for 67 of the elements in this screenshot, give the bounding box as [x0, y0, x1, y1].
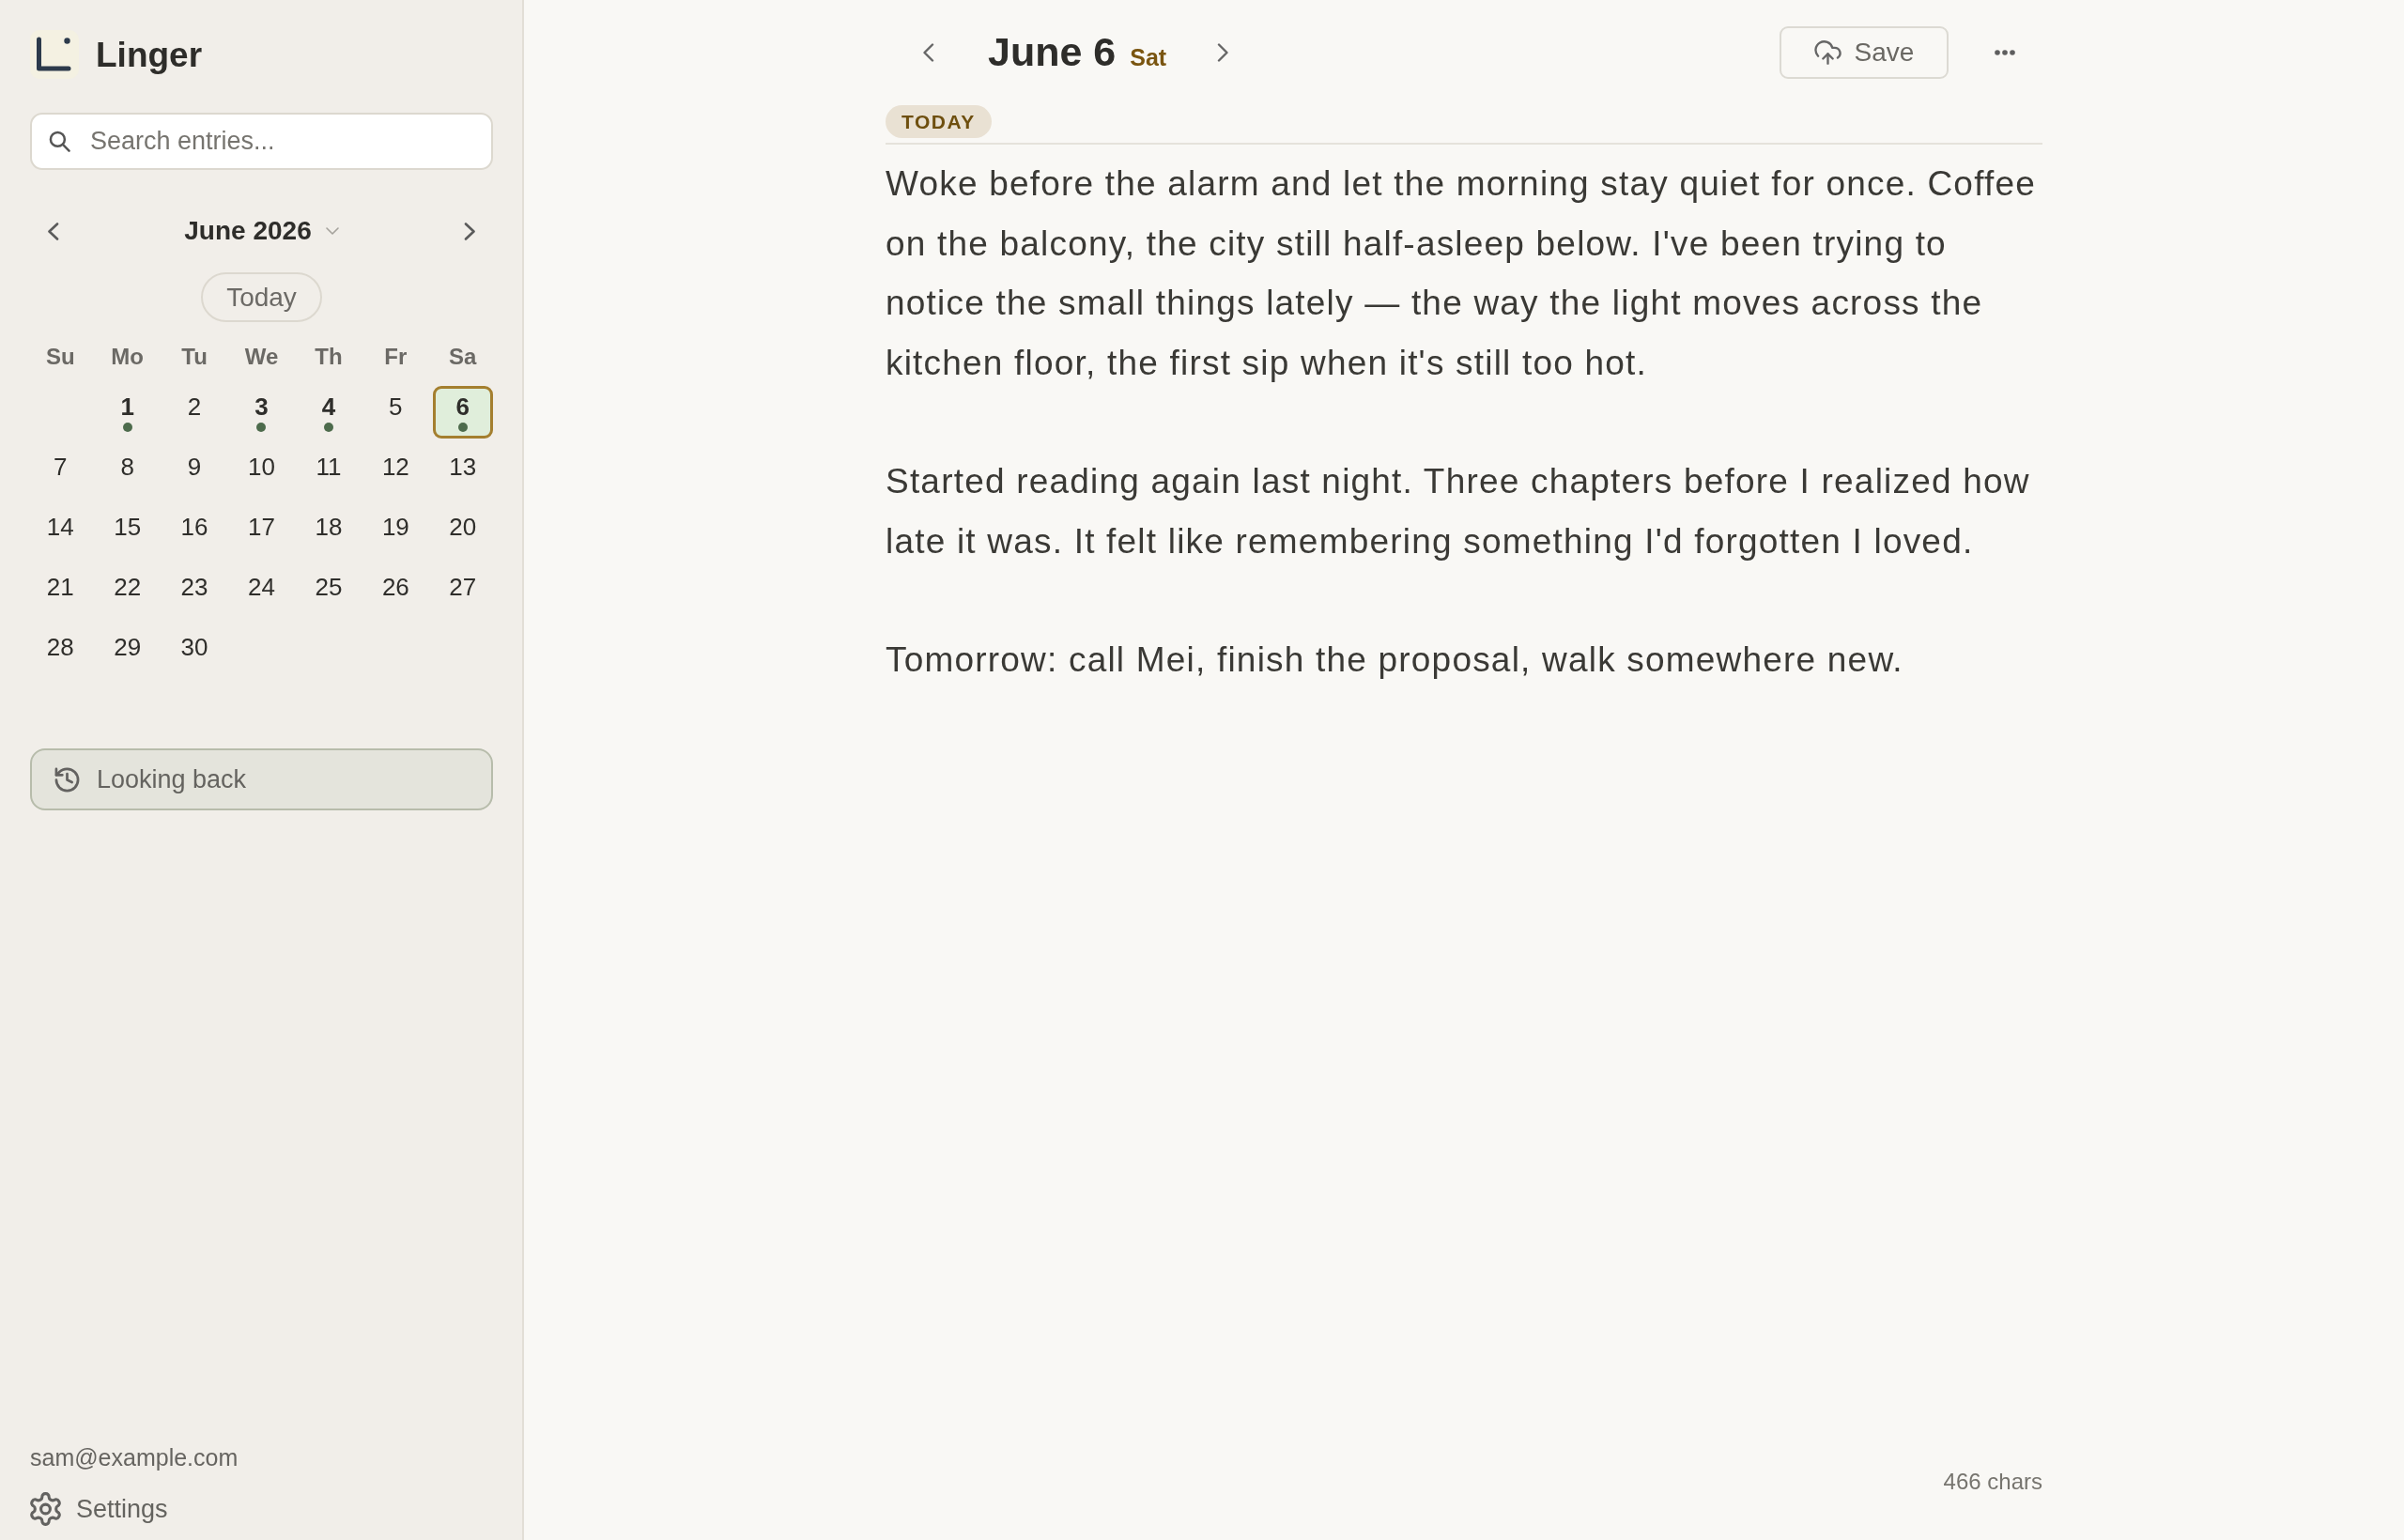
character-count: 466 chars [1943, 1468, 2042, 1496]
calendar-day[interactable]: 25 [298, 566, 360, 619]
calendar-day[interactable]: 9 [163, 446, 225, 499]
app-name: Linger [96, 37, 203, 72]
calendar-day[interactable]: 23 [163, 566, 225, 619]
calendar-day[interactable]: 8 [97, 446, 158, 499]
calendar-day[interactable]: 30 [163, 626, 225, 679]
entry-paragraph: Started reading again last night. Three chapters before I realized how late it was. It felt like remembering something I'd forgotten I loved. [886, 461, 2031, 562]
entry-weekday: Sat [1130, 44, 1167, 72]
search-icon [49, 131, 70, 152]
calendar-day[interactable]: 18 [298, 506, 360, 559]
calendar-day[interactable]: 20 [432, 506, 493, 559]
weekday-label: We [243, 343, 280, 371]
chevron-right-icon [464, 222, 477, 240]
chevron-left-icon [46, 222, 59, 240]
weekday-label: Fr [383, 343, 408, 371]
history-icon [54, 766, 80, 793]
weekday-label: Tu [180, 343, 208, 371]
entry-dot-icon [457, 423, 468, 432]
weekday-label: Su [44, 343, 76, 371]
calendar-day[interactable]: 13 [432, 446, 493, 499]
caret-down-icon [325, 227, 339, 235]
logo-icon [30, 30, 79, 79]
chevron-right-icon [1216, 43, 1229, 62]
calendar-day[interactable]: 28 [30, 626, 91, 679]
search-field[interactable]: Search entries... [30, 113, 493, 170]
entry-dot-icon [323, 423, 333, 432]
calendar-day[interactable]: 6 [432, 386, 493, 439]
chevron-left-icon [921, 43, 934, 62]
calendar-day[interactable]: 3 [231, 386, 292, 439]
entry-dot-icon [256, 423, 267, 432]
looking-back-button[interactable]: Looking back [30, 748, 493, 810]
calendar-day[interactable]: 5 [365, 386, 426, 439]
entry-date-title: June 6 [988, 30, 1117, 75]
calendar-day[interactable]: 1 [97, 386, 158, 439]
calendar-day[interactable]: 21 [30, 566, 91, 619]
weekday-label: Th [314, 343, 344, 371]
month-picker[interactable]: June 2026 [184, 215, 339, 247]
calendar-day[interactable]: 10 [231, 446, 292, 499]
settings-button[interactable]: Settings [30, 1492, 168, 1526]
cloud-upload-icon [1813, 40, 1842, 65]
calendar-day[interactable]: 24 [231, 566, 292, 619]
calendar-day[interactable]: 7 [30, 446, 91, 499]
today-button[interactable]: Today [201, 272, 322, 322]
more-icon [1995, 50, 2015, 55]
calendar-day[interactable]: 29 [97, 626, 158, 679]
entry-paragraph: Tomorrow: call Mei, finish the proposal, walk somewhere new. [886, 639, 1904, 681]
calendar-day[interactable]: 4 [298, 386, 360, 439]
calendar-day[interactable]: 19 [365, 506, 426, 559]
save-button[interactable]: Save [1780, 26, 1949, 79]
account-email: sam@example.com [30, 1443, 239, 1471]
calendar-day[interactable]: 26 [365, 566, 426, 619]
calendar-day[interactable]: 14 [30, 506, 91, 559]
calendar-day[interactable]: 15 [97, 506, 158, 559]
entry-dot-icon [122, 423, 132, 432]
today-badge: TODAY [886, 105, 992, 138]
weekday-label: Mo [110, 343, 145, 371]
settings-icon [30, 1492, 61, 1526]
calendar-day[interactable]: 27 [432, 566, 493, 619]
entry-paragraph: Woke before the alarm and let the morning stay quiet for once. Coffee on the balcony, the city still half-asleep below. I've been trying to notice the small things lately — the way the light moves across the kitchen floor, the first sip when it's still too hot. [886, 163, 2037, 384]
calendar-day[interactable]: 17 [231, 506, 292, 559]
calendar-day[interactable]: 22 [97, 566, 158, 619]
calendar-day[interactable]: 12 [365, 446, 426, 499]
weekday-label: Sa [448, 343, 478, 371]
calendar-day[interactable]: 16 [163, 506, 225, 559]
calendar-day[interactable]: 11 [298, 446, 360, 499]
calendar-day[interactable]: 2 [163, 386, 225, 439]
